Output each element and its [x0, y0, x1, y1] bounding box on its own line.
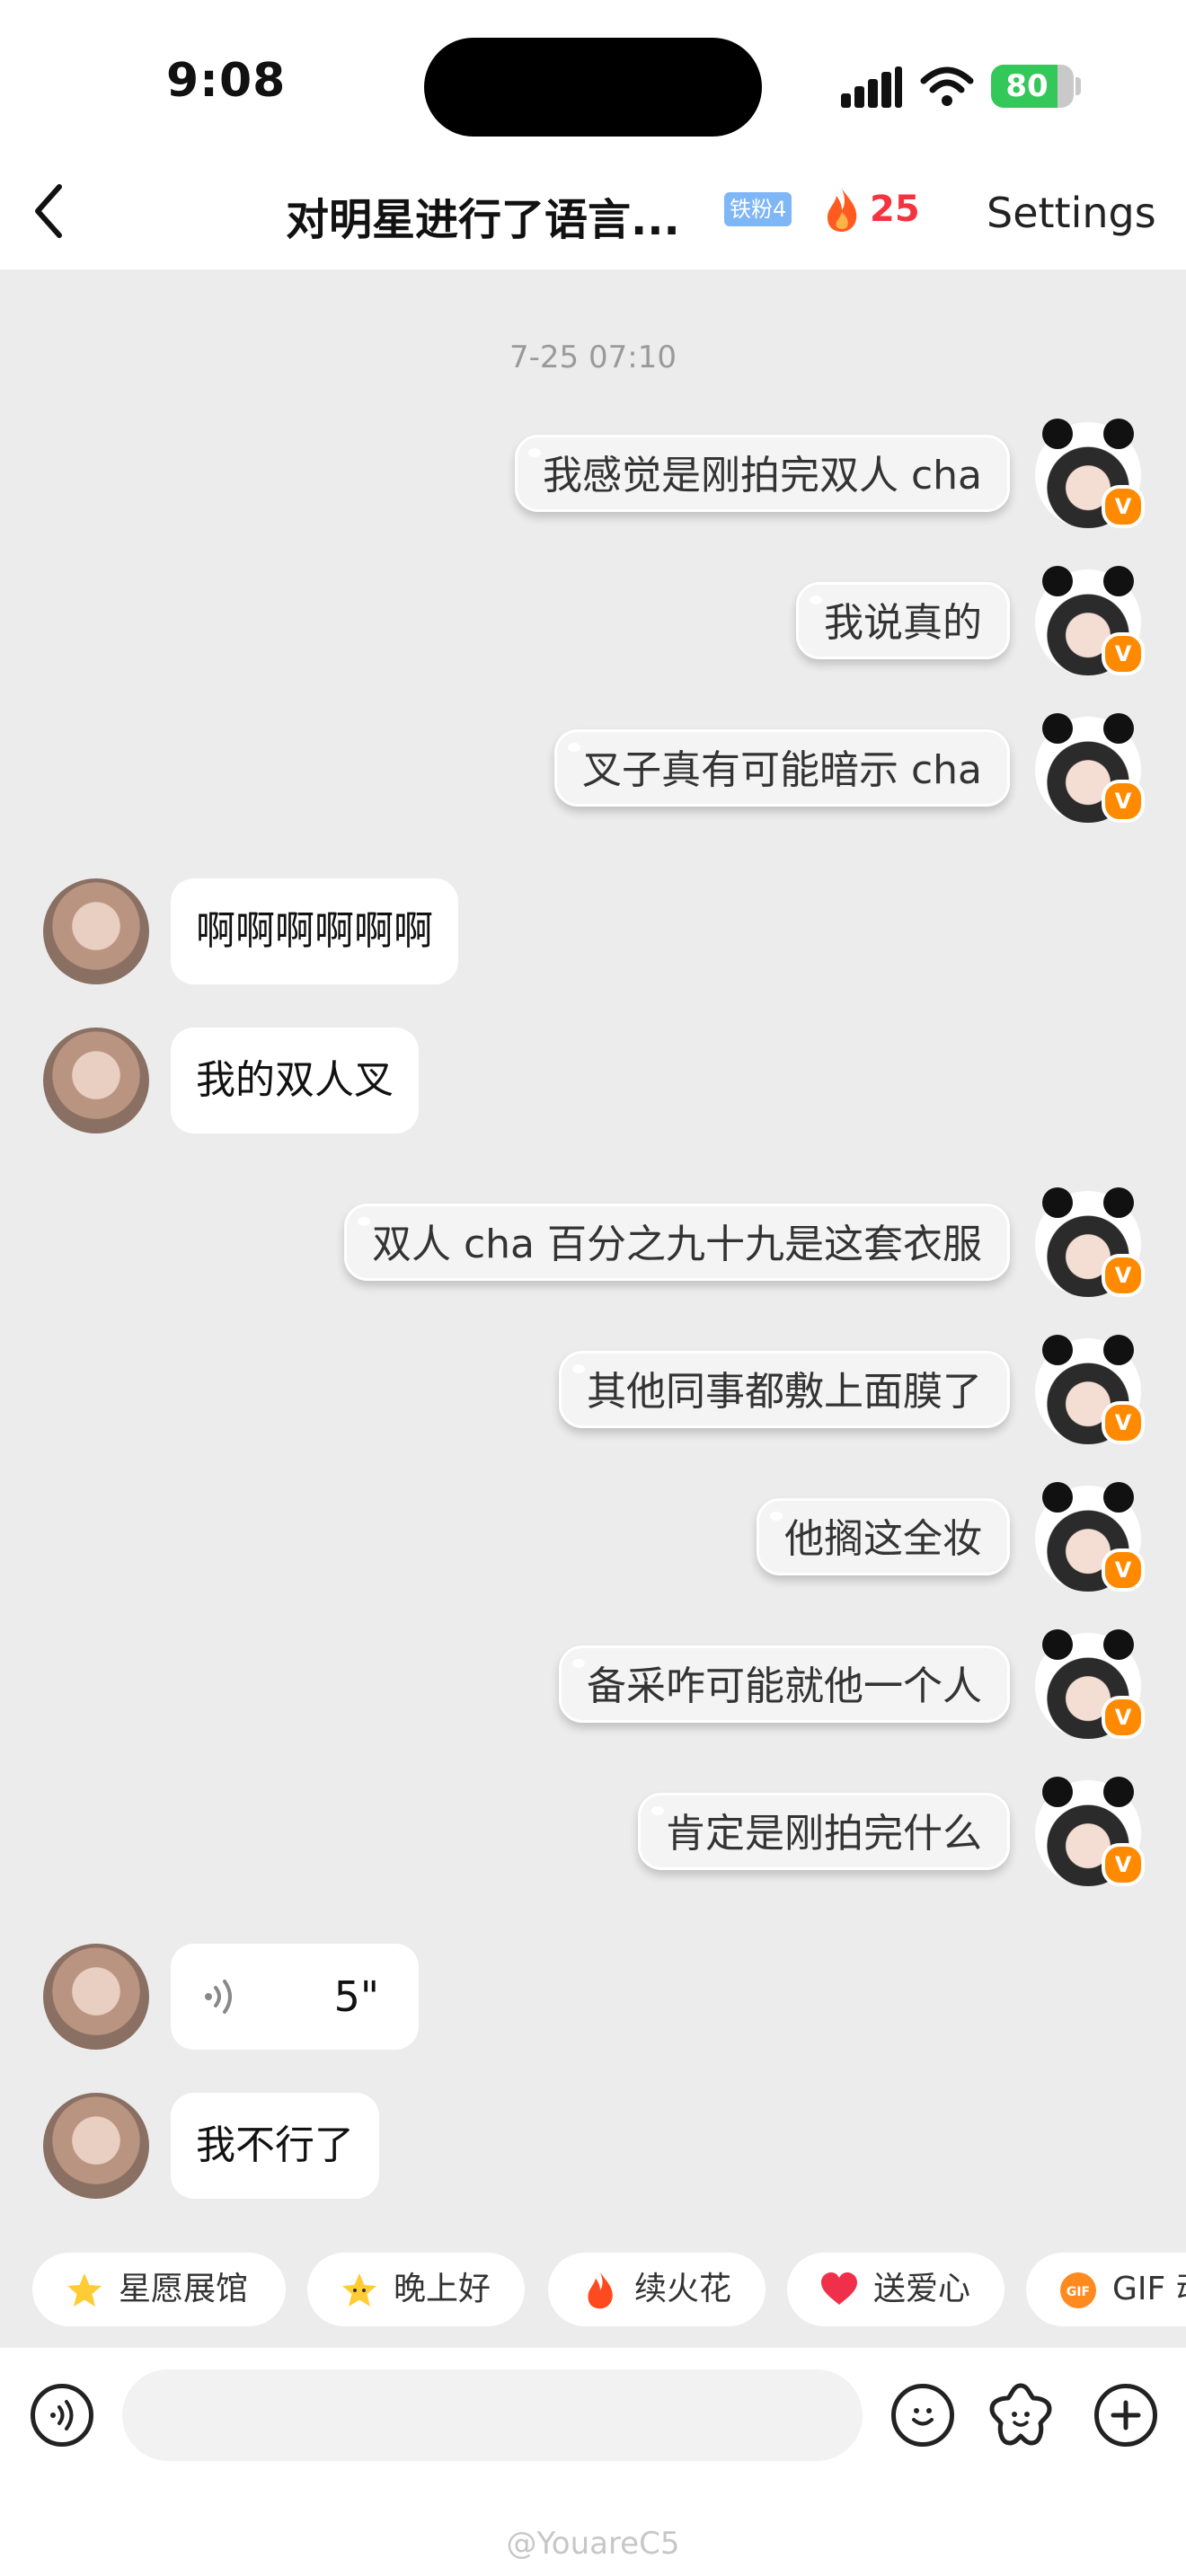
message-timestamp: 7-25 07:10 [509, 340, 677, 375]
status-time: 9:08 [166, 54, 287, 108]
quick-reply-chip[interactable]: 送爱心 [787, 2253, 1005, 2326]
quick-reply-chip[interactable]: 星愿展馆 [32, 2253, 286, 2326]
star-icon [67, 2273, 102, 2307]
quick-reply-label: 晚上好 [394, 2271, 491, 2307]
chat-title: 对明星进行了语言... [286, 195, 680, 245]
dynamic-island [424, 38, 762, 137]
my-avatar[interactable]: V [1035, 1335, 1145, 1444]
svg-text:GIF: GIF [1067, 2285, 1090, 2299]
settings-button[interactable]: Settings [987, 189, 1156, 237]
verified-badge-icon: V [1102, 780, 1145, 823]
my-avatar[interactable]: V [1035, 1777, 1145, 1886]
quick-reply-label: 星愿展馆 [119, 2271, 249, 2307]
wifi-icon [920, 66, 974, 106]
message-bubble[interactable]: 我不行了 [171, 2093, 379, 2199]
verified-badge-icon: V [1102, 632, 1145, 675]
message-bubble[interactable]: 备采咋可能就他一个人 [559, 1645, 1010, 1723]
voice-wave-icon [205, 1980, 232, 2014]
back-chevron-icon[interactable] [27, 180, 72, 243]
battery-icon: 80 [991, 65, 1074, 108]
message-bubble[interactable]: 我感觉是刚拍完双人 cha [514, 435, 1010, 512]
message-bubble[interactable]: 啊啊啊啊啊啊 [171, 878, 458, 984]
my-avatar[interactable]: V [1035, 566, 1145, 675]
contact-avatar[interactable] [43, 1944, 149, 2050]
my-avatar[interactable]: V [1035, 1482, 1145, 1592]
quick-reply-chip[interactable]: 晚上好 [307, 2253, 525, 2326]
my-avatar[interactable]: V [1035, 419, 1145, 528]
fan-level-badge[interactable]: 铁粉4 [724, 192, 792, 226]
sound-wave-icon [50, 2400, 74, 2430]
smiling-star-icon [342, 2273, 376, 2307]
emoji-button[interactable] [891, 2384, 954, 2447]
quick-reply-chip[interactable]: GIF GIF 动 [1026, 2253, 1186, 2326]
cellular-signal-icon [841, 66, 904, 108]
verified-badge-icon: V [1102, 1843, 1145, 1886]
voice-input-button[interactable] [31, 2384, 93, 2447]
quick-reply-chip[interactable]: 续火花 [548, 2253, 766, 2326]
gif-icon: GIF [1060, 2272, 1096, 2308]
verified-badge-icon: V [1102, 1696, 1145, 1739]
verified-badge-icon: V [1102, 1254, 1145, 1297]
fire-icon [828, 189, 857, 232]
contact-avatar[interactable] [43, 878, 149, 984]
voice-duration: 5" [333, 1972, 379, 2021]
quick-reply-label: 送爱心 [873, 2271, 971, 2307]
my-avatar[interactable]: V [1035, 713, 1145, 823]
message-bubble[interactable]: 肯定是刚拍完什么 [638, 1793, 1010, 1870]
message-bubble[interactable]: 我的双人叉 [171, 1028, 419, 1134]
quick-reply-label: 续火花 [634, 2271, 732, 2307]
message-bubble[interactable]: 其他同事都敷上面膜了 [559, 1351, 1010, 1428]
voice-message-bubble[interactable]: 5" [171, 1944, 419, 2050]
smiley-icon [912, 2408, 934, 2426]
more-button[interactable] [1094, 2384, 1157, 2447]
sticker-flower-icon[interactable] [987, 2380, 1055, 2448]
contact-avatar[interactable] [43, 2093, 149, 2199]
verified-badge-icon: V [1102, 1401, 1145, 1444]
message-bubble[interactable]: 他搁这全妆 [757, 1498, 1010, 1575]
heart-icon [821, 2272, 857, 2305]
verified-badge-icon: V [1102, 485, 1145, 528]
battery-level: 80 [1005, 68, 1049, 104]
my-avatar[interactable]: V [1035, 1629, 1145, 1739]
verified-badge-icon: V [1102, 1548, 1145, 1592]
contact-avatar[interactable] [43, 1028, 149, 1134]
my-avatar[interactable]: V [1035, 1187, 1145, 1297]
spark-streak-count: 25 [870, 189, 920, 230]
message-bubble[interactable]: 双人 cha 百分之九十九是这套衣服 [343, 1204, 1010, 1281]
quick-reply-label: GIF 动 [1112, 2271, 1186, 2307]
plus-icon [1111, 2400, 1141, 2430]
fire-icon [588, 2272, 613, 2309]
message-bubble[interactable]: 我说真的 [796, 582, 1010, 659]
message-input[interactable] [122, 2369, 863, 2461]
watermark: @YouareC5 [506, 2526, 680, 2562]
message-bubble[interactable]: 叉子真有可能暗示 cha [553, 729, 1010, 807]
